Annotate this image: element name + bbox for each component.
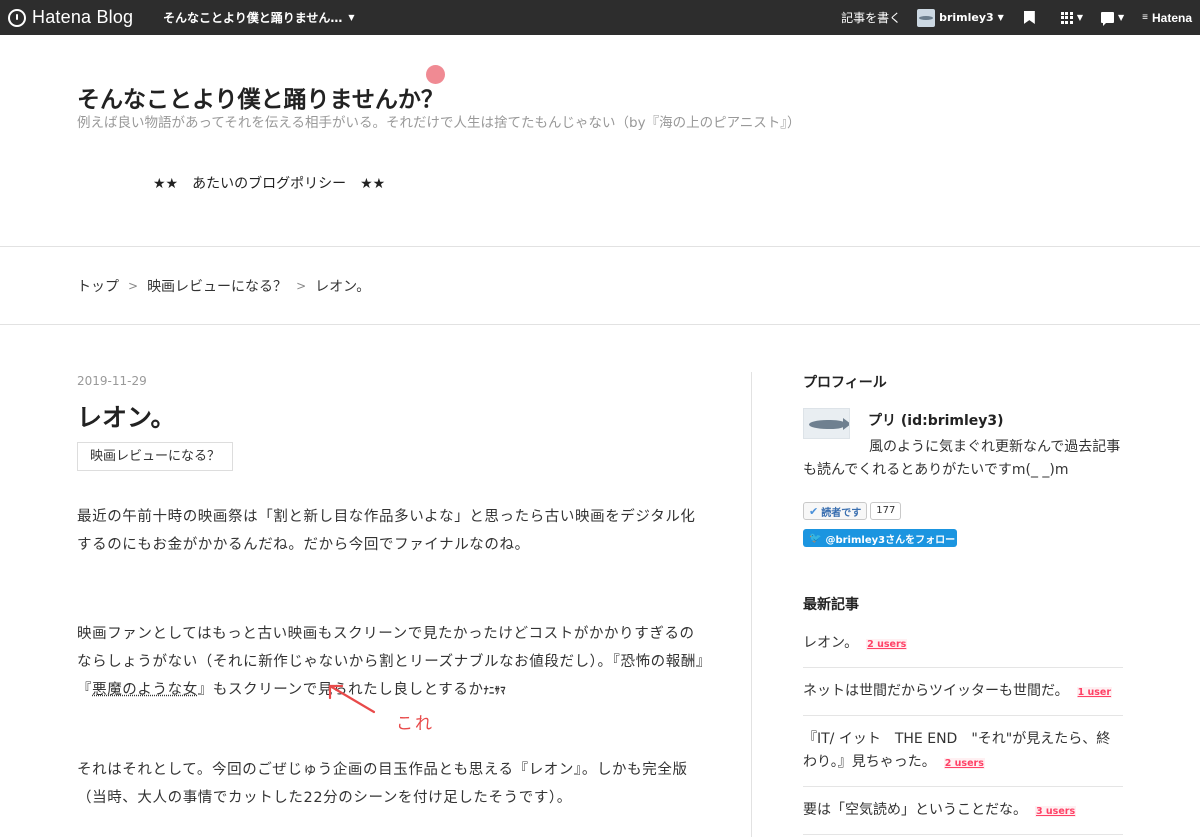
bookmark-users-badge[interactable]: 3 users xyxy=(1035,806,1077,817)
fish-image xyxy=(809,418,849,430)
breadcrumb-top[interactable]: トップ xyxy=(77,276,119,296)
breadcrumb-separator: > xyxy=(296,279,307,293)
caret-down-icon: ▼ xyxy=(348,13,355,22)
username: brimley3 xyxy=(939,11,994,24)
hatena-mark-icon: ≡ xyxy=(1142,12,1148,23)
bookmark-users-badge[interactable]: 1 user xyxy=(1076,687,1113,698)
twitter-bird-icon: 🐦 xyxy=(809,532,822,544)
hatena-blog-logo[interactable]: Hatena Blog xyxy=(8,0,133,35)
entry-paragraph: 映画ファンとしてはもっと古い映画もスクリーンで見たかったけどコストがかかりすぎる… xyxy=(77,620,707,706)
comment-icon xyxy=(1100,12,1114,26)
column-divider xyxy=(751,372,752,837)
bookmark-users-badge[interactable]: 2 users xyxy=(943,758,985,769)
subscriber-count[interactable]: 177 xyxy=(870,502,902,520)
recent-entry-link[interactable]: レオン。 xyxy=(803,635,858,651)
breadcrumb-separator: > xyxy=(128,279,139,293)
breadcrumb-current[interactable]: レオン。 xyxy=(315,276,370,296)
profile-name[interactable]: プリ (id:brimley3) xyxy=(868,410,1004,430)
list-item: 要は「空気読め」ということだな。 3 users xyxy=(803,787,1123,835)
caret-down-icon: ▼ xyxy=(1076,13,1083,22)
global-header: Hatena Blog そんなことより僕と踊りません… ▼ 記事を書く brim… xyxy=(0,0,1200,35)
caret-down-icon: ▼ xyxy=(1117,13,1125,22)
blog-description: 例えば良い物語があってそれを伝える相手がいる。それだけで人生は捨てたもんじゃない… xyxy=(77,115,801,131)
recent-entries-heading: 最新記事 xyxy=(803,597,859,613)
hatena-brand-link[interactable]: ≡ Hatena xyxy=(1142,11,1192,25)
small-stamp-text: ﾅﾆｻﾏ xyxy=(483,686,506,697)
list-item: ネットは世間だからツイッターも世間だ。 1 user xyxy=(803,668,1123,716)
brand-text: Hatena xyxy=(1151,10,1192,25)
user-menu[interactable]: brimley3 ▼ xyxy=(917,8,1004,27)
apps-menu[interactable]: ▼ xyxy=(1060,11,1083,24)
subscribe-button[interactable]: ✔ 読者です xyxy=(803,502,868,520)
divider xyxy=(0,246,1200,247)
breadcrumb-category[interactable]: 映画レビューになる？ xyxy=(147,276,287,296)
recent-entry-link[interactable]: ネットは世間だからツイッターも世間だ。 xyxy=(803,683,1069,699)
category-tag[interactable]: 映画レビューになる？ xyxy=(77,442,234,471)
divider xyxy=(0,324,1200,325)
logo-text: Hatena Blog xyxy=(32,7,134,27)
twitter-follow-button[interactable]: 🐦 @brimley3さんをフォロー xyxy=(803,529,957,547)
keyword-link[interactable]: 悪魔のような女 xyxy=(92,682,198,698)
list-item: レオン。 2 users xyxy=(803,620,1123,668)
write-entry-link[interactable]: 記事を書く xyxy=(841,9,901,26)
profile-heading: プロフィール xyxy=(803,375,887,391)
bookmark-icon[interactable] xyxy=(1024,11,1035,24)
entry-paragraph: 最近の午前十時の映画祭は「割と新し目な作品多いよな」と思ったら古い映画をデジタル… xyxy=(77,509,696,553)
hatena-logo-icon xyxy=(8,8,26,27)
list-item: 『IT/ イット THE END "それ"が見えたら、終わり。』見ちゃった。 2 … xyxy=(803,716,1123,787)
user-avatar xyxy=(917,8,936,27)
blog-title[interactable]: そんなことより僕と踊りませんか？ xyxy=(77,80,444,114)
subscribe-widget: ✔ 読者です 177 xyxy=(803,502,902,520)
check-icon: ✔ xyxy=(809,504,819,518)
notifications-menu[interactable]: ▼ xyxy=(1100,12,1125,26)
entry-date[interactable]: 2019-11-29 xyxy=(77,374,147,388)
entry-title[interactable]: レオン。 xyxy=(77,398,176,434)
blog-selector-label: そんなことより僕と踊りません… xyxy=(163,11,343,25)
follow-label: @brimley3さんをフォロー xyxy=(825,534,956,546)
recent-entries-list: レオン。 2 users ネットは世間だからツイッターも世間だ。 1 user 『I… xyxy=(803,620,1123,835)
profile-description: 風のように気まぐれ更新なんで過去記事も読んでくれるとありがたいですm(_ _)m xyxy=(803,439,1121,478)
red-arrow-annotation xyxy=(328,684,376,714)
profile-avatar[interactable] xyxy=(803,408,850,439)
cursor-highlight-dot xyxy=(426,65,445,84)
recent-entry-link[interactable]: 要は「空気読め」ということだな。 xyxy=(803,802,1027,818)
blog-selector[interactable]: そんなことより僕と踊りません… ▼ xyxy=(163,0,355,35)
subscribe-label: 読者です xyxy=(821,507,862,519)
caret-down-icon: ▼ xyxy=(997,13,1004,22)
entry-paragraph: それはそれとして。今回のごぜじゅう企画の目玉作品とも思える『レオン』。しかも完全… xyxy=(77,762,688,806)
breadcrumb: トップ > 映画レビューになる？ > レオン。 xyxy=(77,276,370,296)
bookmark-users-badge[interactable]: 2 users xyxy=(866,639,908,650)
blog-policy-link[interactable]: ★★ あたいのブログポリシー ★★ xyxy=(153,173,385,193)
annotation-text: これ xyxy=(396,714,434,734)
grid-icon xyxy=(1060,11,1073,24)
